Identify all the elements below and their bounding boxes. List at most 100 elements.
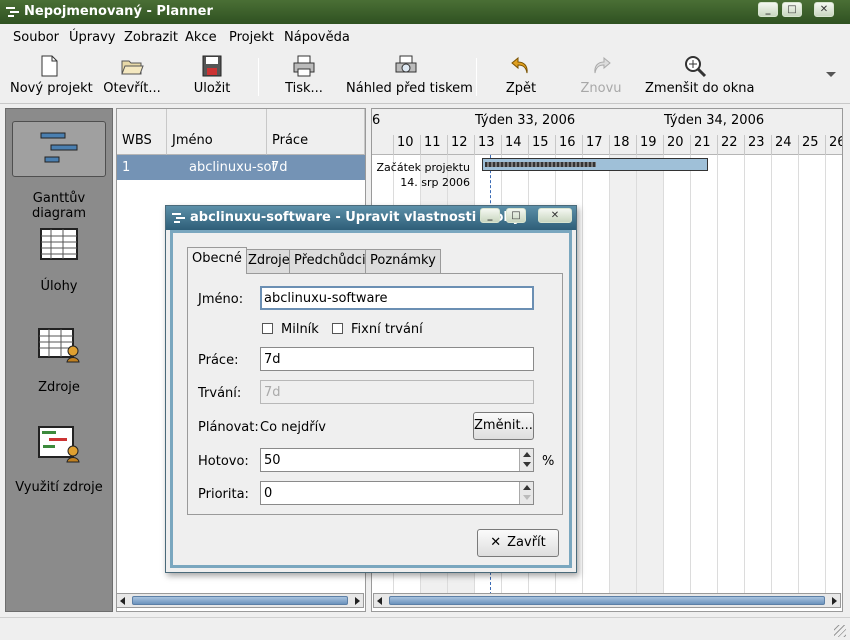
day-label: 22: [717, 135, 744, 155]
task-table-icon: [40, 228, 78, 260]
close-dialog-button[interactable]: ✕ Zavřít: [477, 529, 559, 557]
save-button[interactable]: Uložit: [190, 54, 234, 100]
spin-down-icon[interactable]: [523, 462, 531, 467]
day-grid-line: [636, 155, 637, 595]
spin-up-icon[interactable]: [523, 485, 531, 490]
day-label: 11: [420, 135, 447, 155]
sidebar-item-resources[interactable]: Zdroje: [6, 327, 112, 399]
scroll-thumb[interactable]: [132, 596, 348, 605]
task-list-scrollbar[interactable]: [116, 593, 364, 608]
column-header-wbs[interactable]: WBS: [117, 109, 167, 155]
menu-file[interactable]: Soubor: [13, 30, 59, 45]
new-document-icon: [41, 55, 58, 77]
resize-grip-icon[interactable]: [834, 625, 846, 637]
print-preview-label: Náhled před tiskem: [346, 81, 473, 96]
dialog-title-bar[interactable]: abclinuxu-software - Upravit vlastnosti …: [166, 206, 576, 230]
planner-app-icon: [172, 213, 185, 223]
spin-down-icon[interactable]: [523, 495, 531, 500]
open-button[interactable]: Otevřít...: [103, 54, 161, 100]
column-header-name[interactable]: Jméno: [167, 109, 267, 155]
minimize-icon: _: [487, 210, 493, 221]
column-header-label: Práce: [272, 133, 309, 148]
table-row[interactable]: 1 abclinuxu-sof 7d: [117, 155, 365, 180]
name-label: Jméno:: [198, 292, 244, 307]
fixed-duration-checkbox[interactable]: Fixní trvání: [332, 322, 423, 337]
complete-label: Hotovo:: [198, 454, 249, 469]
undo-label: Zpět: [505, 81, 537, 96]
undo-icon: [511, 56, 528, 74]
print-preview-icon: [395, 55, 417, 73]
dialog-title: abclinuxu-software - Upravit vlastnosti …: [190, 210, 522, 225]
menu-view[interactable]: Zobrazit: [124, 30, 178, 45]
general-tab-panel: Jméno: Milník Fixní trvání Práce: Trvání…: [187, 273, 563, 515]
dialog-body: Obecné Zdroje Předchůdci Poznámky Jméno:…: [170, 230, 572, 568]
column-header-work[interactable]: Práce: [267, 109, 365, 155]
sidebar-item-tasks[interactable]: Úlohy: [6, 227, 112, 299]
gantt-timeline-header: Týden 33, 2006 Týden 34, 2006 6 10 11 12 13…: [372, 109, 842, 155]
day-label: 16: [555, 135, 582, 155]
name-input[interactable]: [260, 286, 534, 310]
window-title: Nepojmenovaný - Planner: [24, 4, 213, 19]
print-button[interactable]: Tisk...: [282, 54, 326, 100]
toolbar-separator: [476, 58, 477, 96]
scroll-left-icon[interactable]: [120, 597, 125, 605]
change-schedule-button[interactable]: Změnit...: [473, 412, 534, 440]
menu-edit[interactable]: Úpravy: [69, 30, 115, 45]
priority-spinner[interactable]: [260, 481, 534, 505]
dialog-maximize-button[interactable]: □: [506, 208, 526, 223]
zoom-fit-button[interactable]: Zmenšit do okna: [645, 54, 754, 100]
sidebar-item-resource-usage[interactable]: Využití zdroje: [6, 425, 112, 501]
schedule-label: Plánovat:: [198, 420, 259, 435]
scroll-thumb[interactable]: [389, 596, 825, 605]
work-input[interactable]: [260, 347, 534, 371]
tab-general[interactable]: Obecné: [187, 247, 247, 274]
scroll-left-icon[interactable]: [377, 597, 382, 605]
redo-button[interactable]: Znovu: [580, 54, 622, 100]
toolbar: Nový projekt Otevřít... Uložit Tisk... N…: [0, 50, 850, 104]
scroll-right-icon[interactable]: [832, 597, 837, 605]
complete-input[interactable]: [260, 448, 534, 472]
menu-actions[interactable]: Akce: [185, 30, 217, 45]
complete-spinner[interactable]: [260, 448, 534, 472]
title-bar[interactable]: Nepojmenovaný - Planner _ □ ✕: [0, 0, 850, 24]
task-bar[interactable]: [482, 158, 708, 171]
spin-buttons[interactable]: [519, 449, 533, 471]
week-label: Týden 34, 2006: [664, 113, 765, 128]
day-label: 25: [798, 135, 825, 155]
task-wbs: 1: [122, 160, 131, 175]
day-label: 17: [582, 135, 609, 155]
tab-resources[interactable]: Zdroje: [243, 249, 295, 273]
toolbar-overflow-icon[interactable]: [826, 72, 836, 77]
tab-predecessors[interactable]: Předchůdci: [289, 249, 371, 273]
day-label: 13: [474, 135, 501, 155]
day-grid-line: [663, 155, 664, 595]
dialog-close-button[interactable]: ✕: [538, 208, 572, 223]
print-preview-button[interactable]: Náhled před tiskem: [346, 54, 473, 100]
spin-buttons[interactable]: [519, 482, 533, 504]
maximize-button[interactable]: □: [782, 2, 802, 17]
percent-sign: %: [542, 454, 555, 469]
dialog-minimize-button[interactable]: _: [480, 208, 500, 223]
tab-notes[interactable]: Poznámky: [365, 249, 441, 273]
scroll-right-icon[interactable]: [355, 597, 360, 605]
close-icon: ✕: [550, 210, 560, 221]
zoom-fit-icon: [685, 56, 707, 78]
undo-button[interactable]: Zpět: [504, 54, 538, 100]
sidebar-item-gantt[interactable]: Ganttův diagram: [6, 117, 112, 221]
planner-window: Nepojmenovaný - Planner _ □ ✕ Soubor Úpr…: [0, 0, 850, 640]
priority-input[interactable]: [260, 481, 534, 505]
spin-up-icon[interactable]: [523, 452, 531, 457]
resources-icon: [38, 328, 80, 363]
menu-project[interactable]: Projekt: [229, 30, 274, 45]
day-label: 15: [528, 135, 555, 155]
minimize-button[interactable]: _: [758, 2, 778, 17]
day-grid-line: [771, 155, 772, 595]
menu-help[interactable]: Nápověda: [284, 30, 350, 45]
new-project-button[interactable]: Nový projekt: [10, 54, 93, 100]
gantt-scrollbar[interactable]: [373, 593, 841, 608]
milestone-checkbox[interactable]: Milník: [262, 322, 319, 337]
task-work: 7d: [271, 160, 288, 175]
project-start-date: 14. srp 2006: [400, 176, 470, 189]
close-button[interactable]: ✕: [814, 2, 834, 17]
day-grid-line: [744, 155, 745, 595]
